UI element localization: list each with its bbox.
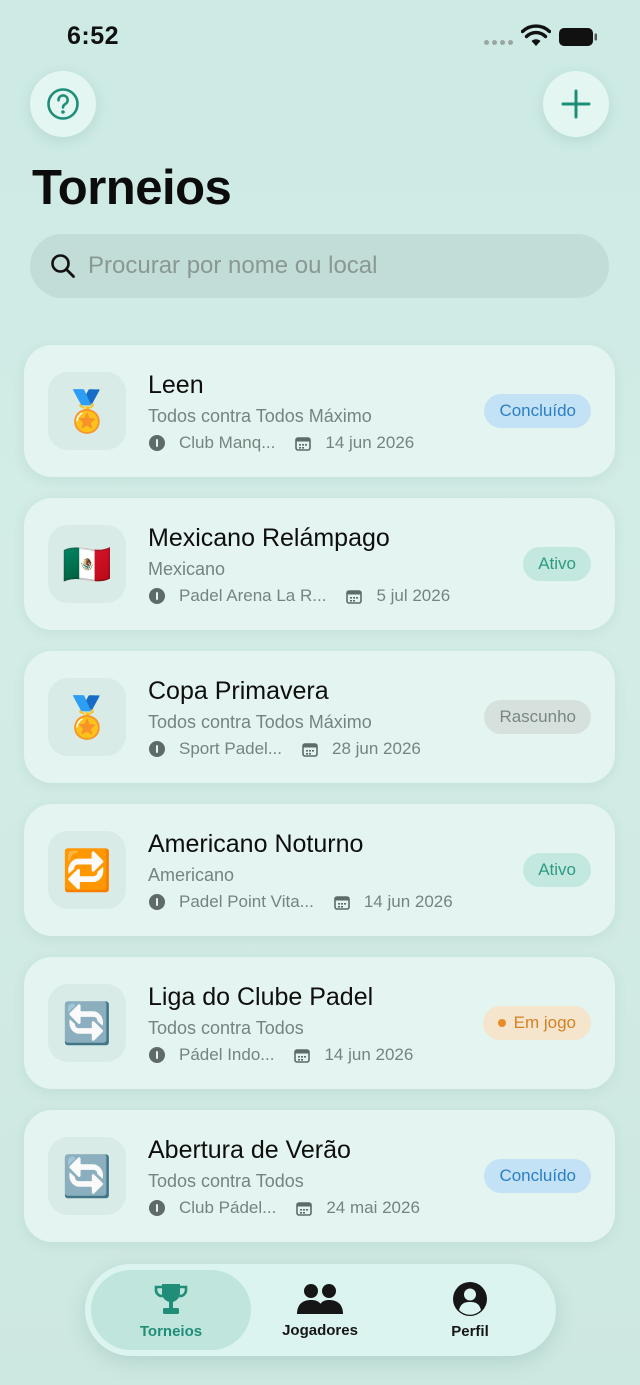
tournament-card[interactable]: 🔄 Liga do Clube Padel Todos contra Todos… bbox=[24, 957, 615, 1089]
tournament-venue: Padel Point Vita... bbox=[179, 892, 314, 911]
status-badge-label: Concluído bbox=[499, 1166, 576, 1185]
live-dot-icon bbox=[497, 1019, 506, 1027]
tournament-date: 28 jun 2026 bbox=[332, 739, 421, 758]
location-pin-icon bbox=[149, 1200, 165, 1216]
page-title: Torneios bbox=[32, 161, 232, 215]
tournament-card[interactable]: 🔁 Americano Noturno Americano Padel Poin… bbox=[24, 804, 615, 936]
tournament-meta: Club Pádel... 24 mai 2026 bbox=[148, 1198, 420, 1218]
tab-bar: Torneios Jogadores Perfil bbox=[85, 1264, 556, 1356]
tournament-title: Mexicano Relámpago bbox=[148, 524, 390, 552]
help-button[interactable] bbox=[30, 71, 96, 137]
calendar-icon bbox=[296, 1201, 313, 1216]
tournament-title: Abertura de Verão bbox=[148, 1136, 351, 1164]
tournament-meta: Pádel Indo... 14 jun 2026 bbox=[148, 1045, 413, 1065]
tournament-card[interactable]: 🏅 Copa Primavera Todos contra Todos Máxi… bbox=[24, 651, 615, 783]
tab-perfil[interactable]: Perfil bbox=[390, 1270, 550, 1350]
tab-torneios[interactable]: Torneios bbox=[91, 1270, 251, 1350]
status-badge: Concluído bbox=[484, 1159, 591, 1193]
tournament-venue: Club Manq... bbox=[179, 433, 276, 452]
plus-icon bbox=[561, 89, 591, 119]
people-icon bbox=[297, 1283, 343, 1314]
search-icon bbox=[51, 254, 75, 278]
location-pin-icon bbox=[149, 588, 165, 604]
calendar-icon bbox=[334, 895, 350, 910]
calendar-icon bbox=[295, 436, 312, 451]
status-badge-label: Rascunho bbox=[499, 707, 576, 726]
wifi-icon bbox=[521, 24, 551, 46]
tab-label: Jogadores bbox=[282, 1321, 358, 1339]
tournament-list: 🏅 Leen Todos contra Todos Máximo Club Ma… bbox=[24, 345, 615, 1263]
tournament-title: Liga do Clube Padel bbox=[148, 983, 374, 1011]
add-tournament-button[interactable] bbox=[543, 71, 609, 137]
tournament-card[interactable]: 🇲🇽 Mexicano Relámpago Mexicano Padel Are… bbox=[24, 498, 615, 630]
status-time: 6:52 bbox=[67, 22, 120, 50]
status-badge: Ativo bbox=[523, 547, 591, 581]
location-pin-icon bbox=[149, 1047, 165, 1063]
calendar-icon bbox=[302, 742, 318, 757]
tournament-venue: Sport Padel... bbox=[179, 739, 283, 758]
tournament-meta: Club Manq... 14 jun 2026 bbox=[148, 433, 414, 453]
mexico-flag-icon: 🇲🇽 bbox=[48, 525, 126, 603]
tournament-date: 14 jun 2026 bbox=[324, 1045, 414, 1064]
trophy-icon bbox=[154, 1283, 188, 1314]
location-pin-icon bbox=[149, 435, 165, 451]
tab-label: Torneios bbox=[139, 1322, 203, 1340]
tournament-format: Todos contra Todos Máximo bbox=[148, 406, 372, 426]
person-circle-icon bbox=[453, 1281, 487, 1316]
status-badge: Em jogo bbox=[482, 1006, 591, 1040]
tournament-meta: Sport Padel... 28 jun 2026 bbox=[148, 739, 421, 759]
search-input[interactable] bbox=[88, 252, 568, 280]
status-badge-label: Ativo bbox=[538, 554, 576, 573]
battery-icon bbox=[559, 28, 597, 46]
tab-jogadores[interactable]: Jogadores bbox=[240, 1270, 400, 1350]
tournament-date: 14 jun 2026 bbox=[363, 892, 453, 911]
status-badge: Rascunho bbox=[484, 700, 591, 734]
tournament-date: 14 jun 2026 bbox=[325, 433, 415, 452]
tournament-meta: Padel Point Vita... 14 jun 2026 bbox=[148, 892, 453, 912]
tournament-venue: Club Pádel... bbox=[179, 1198, 277, 1217]
signal-icon bbox=[484, 40, 513, 45]
tournament-venue: Pádel Indo... bbox=[179, 1045, 275, 1064]
search-bar[interactable] bbox=[30, 234, 609, 298]
tournament-meta: Padel Arena La R... 5 jul 2026 bbox=[148, 586, 450, 606]
location-pin-icon bbox=[149, 741, 165, 757]
refresh-icon: 🔄 bbox=[48, 984, 126, 1062]
status-badge: Concluído bbox=[484, 394, 591, 428]
status-badge-label: Ativo bbox=[538, 860, 576, 879]
tournament-venue: Padel Arena La R... bbox=[179, 586, 327, 605]
refresh-icon: 🔄 bbox=[48, 1137, 126, 1215]
tournament-title: Copa Primavera bbox=[148, 677, 329, 705]
question-circle-icon bbox=[47, 88, 79, 120]
tournament-format: Americano bbox=[148, 865, 235, 885]
location-pin-icon bbox=[149, 894, 165, 910]
tournament-date: 5 jul 2026 bbox=[376, 586, 451, 605]
medal-icon: 🏅 bbox=[48, 372, 126, 450]
tournament-format: Todos contra Todos Máximo bbox=[148, 712, 372, 732]
tournament-card[interactable]: 🏅 Leen Todos contra Todos Máximo Club Ma… bbox=[24, 345, 615, 477]
tournament-title: Leen bbox=[148, 371, 204, 399]
status-badge: Ativo bbox=[523, 853, 591, 887]
status-badge-label: Em jogo bbox=[513, 1013, 576, 1032]
tournament-format: Todos contra Todos bbox=[148, 1171, 304, 1191]
status-bar: 6:52 bbox=[0, 0, 640, 72]
tournament-format: Mexicano bbox=[148, 559, 226, 579]
tab-label: Perfil bbox=[451, 1322, 489, 1340]
calendar-icon bbox=[346, 589, 363, 604]
tournament-card[interactable]: 🔄 Abertura de Verão Todos contra Todos C… bbox=[24, 1110, 615, 1242]
tournament-format: Todos contra Todos bbox=[148, 1018, 304, 1038]
tournament-date: 24 mai 2026 bbox=[326, 1198, 420, 1217]
calendar-icon bbox=[294, 1048, 311, 1063]
medal-icon: 🏅 bbox=[48, 678, 126, 756]
tournament-title: Americano Noturno bbox=[148, 830, 364, 858]
status-badge-label: Concluído bbox=[499, 401, 576, 420]
repeat-icon: 🔁 bbox=[48, 831, 126, 909]
